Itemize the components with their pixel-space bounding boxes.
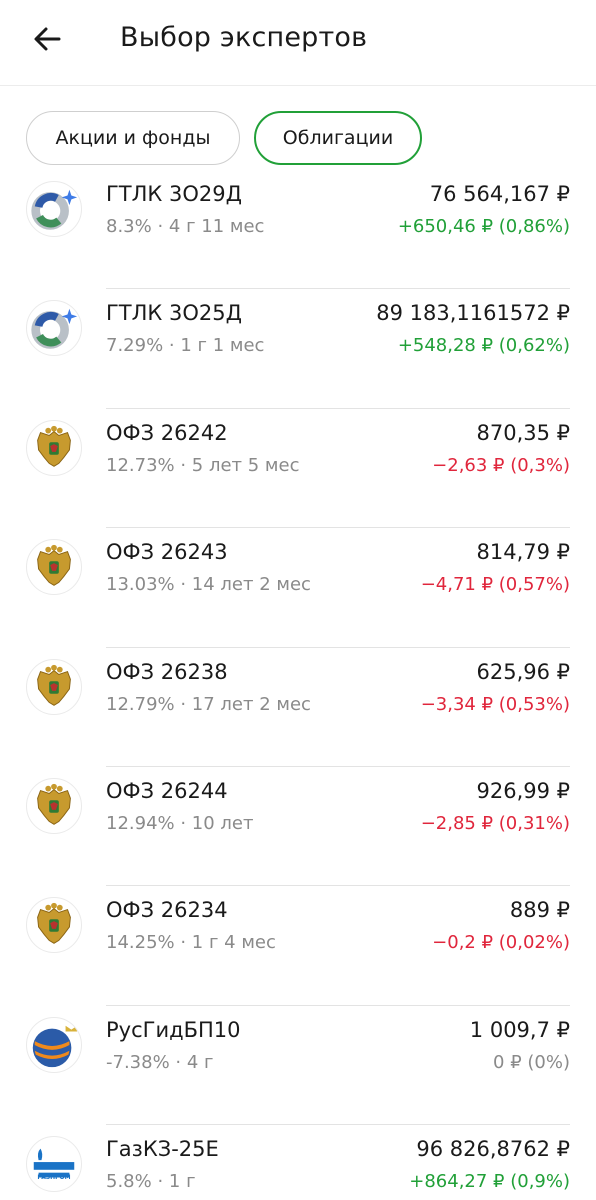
bond-name: ГТЛК 3О29Д [106,182,243,206]
gtlk-logo-icon [31,189,78,230]
list-item[interactable]: ОФЗ 26242 12.73% · 5 лет 5 мес 870,35 ₽ … [0,409,596,529]
avatar [26,777,82,834]
avatar: ГАЗПРОМ [26,1136,82,1193]
bond-price-change: −0,2 ₽ (0,02%) [432,932,570,954]
bond-name: ОФЗ 26234 [106,898,228,923]
bond-price-change: +864,27 ₽ (0,9%) [409,1171,570,1193]
tab-bonds[interactable]: Облигации [254,111,422,165]
list-item[interactable]: ГТЛК 3О29Д 8.3% · 4 г 11 мес 76 564,167 … [0,170,596,290]
bond-price: 89 183,1161572 ₽ [376,301,570,326]
list-item[interactable]: ОФЗ 26244 12.94% · 10 лет 926,99 ₽ −2,85… [0,767,596,887]
bond-price-change: −4,71 ₽ (0,57%) [420,574,570,596]
bond-price: 926,99 ₽ [476,778,570,803]
bond-price-change: +650,46 ₽ (0,86%) [397,216,570,237]
list-item[interactable]: РусГидБП10 -7.38% · 4 г 1 009,7 ₽ 0 ₽ (0… [0,1006,596,1126]
russia-coat-of-arms-icon [37,425,71,467]
bond-name: РусГидБП10 [106,1017,241,1042]
bond-price: 870,35 ₽ [476,420,570,445]
bond-yield-maturity: 12.79% · 17 лет 2 мес [106,693,311,715]
bond-price: 1 009,7 ₽ [469,1017,570,1042]
gazprom-logo-icon [33,1148,75,1178]
bond-yield-maturity: 12.94% · 10 лет [106,812,254,834]
russia-coat-of-arms-icon [37,783,71,825]
bond-yield-maturity: 14.25% · 1 г 4 мес [106,932,276,954]
avatar [26,658,82,715]
bond-name: ГТЛК 3О25Д [106,301,243,326]
bond-yield-maturity: -7.38% · 4 г [106,1051,214,1073]
bond-price-change: 0 ₽ (0%) [493,1051,570,1073]
bond-yield-maturity: 13.03% · 14 лет 2 мес [106,574,311,596]
list-item[interactable]: ГАЗПРОМ ГазКЗ-25Е 5.8% · 1 г 96 826,8762… [0,1125,596,1200]
avatar [26,419,82,476]
bond-price: 96 826,8762 ₽ [416,1137,570,1162]
logo-text: ГАЗПРОМ [37,1173,71,1181]
tab-stocks-and-funds[interactable]: Акции и фонды [26,111,240,165]
list-item[interactable]: ОФЗ 26243 13.03% · 14 лет 2 мес 814,79 ₽… [0,528,596,648]
bond-list: ГТЛК 3О29Д 8.3% · 4 г 11 мес 76 564,167 … [0,170,596,1200]
bond-name: ОФЗ 26238 [106,659,228,684]
bond-name: ОФЗ 26242 [106,420,228,445]
bond-yield-maturity: 12.73% · 5 лет 5 мес [106,454,300,476]
russia-coat-of-arms-icon [37,664,71,706]
bond-price: 625,96 ₽ [476,659,570,684]
avatar [26,1016,82,1073]
filter-tabs: Акции и фонды Облигации [26,111,436,165]
avatar [26,300,82,357]
bond-yield-maturity: 5.8% · 1 г [106,1171,196,1193]
avatar [26,897,82,954]
avatar [26,181,82,237]
bond-yield-maturity: 7.29% · 1 г 1 мес [106,335,265,357]
bond-price: 889 ₽ [509,898,570,923]
avatar [26,539,82,596]
bond-price-change: −3,34 ₽ (0,53%) [420,693,570,715]
bond-price: 814,79 ₽ [476,540,570,565]
bond-name: ГазКЗ-25Е [106,1137,219,1162]
page-title: Выбор экспертов [120,22,368,53]
bond-price-change: +548,28 ₽ (0,62%) [397,335,570,357]
list-item[interactable]: ГТЛК 3О25Д 7.29% · 1 г 1 мес 89 183,1161… [0,289,596,409]
bond-price: 76 564,167 ₽ [429,182,570,206]
russia-coat-of-arms-icon [37,544,71,587]
list-item[interactable]: ОФЗ 26234 14.25% · 1 г 4 мес 889 ₽ −0,2 … [0,886,596,1006]
bond-name: ОФЗ 26243 [106,540,228,565]
rushydro-logo-icon [32,1025,78,1067]
app-header: Выбор экспертов [0,0,596,86]
bond-name: ОФЗ 26244 [106,778,228,803]
back-button[interactable] [26,18,68,60]
bond-price-change: −2,85 ₽ (0,31%) [420,812,570,834]
arrow-left-icon [34,27,61,51]
bond-price-change: −2,63 ₽ (0,3%) [432,454,570,476]
bond-yield-maturity: 8.3% · 4 г 11 мес [106,216,265,237]
gtlk-logo-icon [31,309,78,350]
russia-coat-of-arms-icon [37,903,71,945]
list-item[interactable]: ОФЗ 26238 12.79% · 17 лет 2 мес 625,96 ₽… [0,648,596,767]
